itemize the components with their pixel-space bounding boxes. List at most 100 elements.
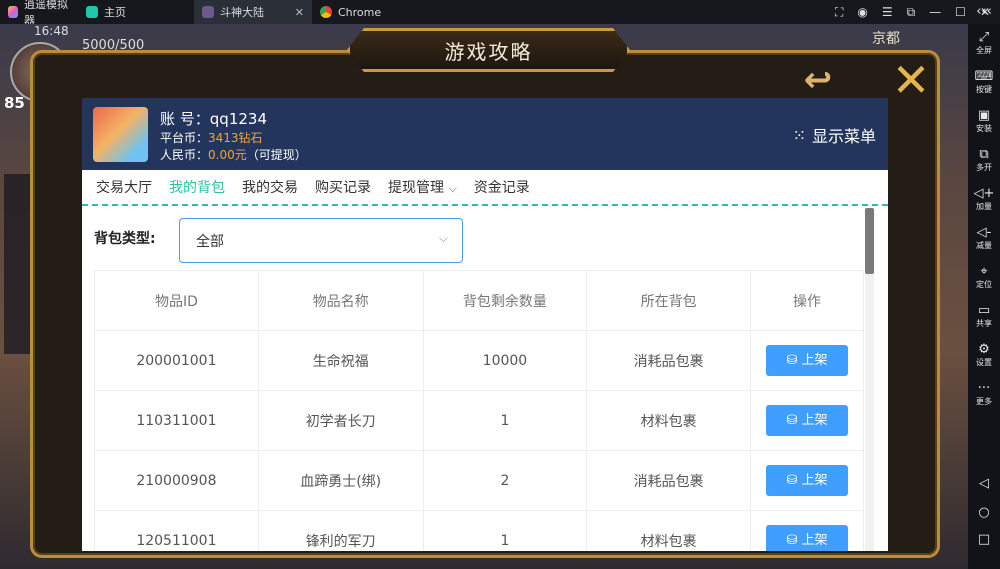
button-label: 上架 xyxy=(801,473,828,488)
cell-action: ⛁ 上架 xyxy=(750,450,864,511)
sidebar-item-more[interactable]: ··· 更多 xyxy=(968,381,1000,407)
table-row: 200001001 生命祝福 10000 消耗品包裹 ⛁ 上架 xyxy=(94,330,864,391)
sidebar-label: 更多 xyxy=(976,397,992,406)
keyboard-icon: ⌨ xyxy=(974,69,994,84)
multi-instance-icon: ⧉ xyxy=(979,147,989,162)
restore-icon[interactable]: ⧉ xyxy=(907,5,916,20)
sidebar-label: 多开 xyxy=(976,163,992,172)
list-for-sale-button[interactable]: ⛁ 上架 xyxy=(766,405,848,436)
window-controls: ⛶ ◉ ☰ ⧉ — ☐ ✕ xyxy=(835,0,990,24)
sidebar-label: 按键 xyxy=(976,85,992,94)
rmb-label: 人民币： xyxy=(160,148,209,162)
tab-game[interactable]: 斗神大陆 ✕ xyxy=(194,0,312,24)
cell-name: 生命祝福 xyxy=(257,330,424,391)
home-icon xyxy=(86,6,98,18)
cell-bag: 材料包裹 xyxy=(586,510,752,551)
sidebar-label: 全屏 xyxy=(976,46,992,55)
tab-emulator[interactable]: 逍遥模拟器 xyxy=(0,0,78,27)
scrollbar[interactable] xyxy=(865,208,874,551)
sidebar-item-volume-down[interactable]: ◁- 减量 xyxy=(968,225,1000,251)
cell-id: 120511001 xyxy=(94,510,259,551)
table-row: 110311001 初学者长刀 1 材料包裹 ⛁ 上架 xyxy=(94,390,864,451)
close-icon[interactable]: ✕ xyxy=(886,57,936,104)
maximize-icon[interactable]: ☐ xyxy=(955,5,966,19)
tab-label: 斗神大陆 xyxy=(220,6,264,19)
cell-bag: 材料包裹 xyxy=(586,390,752,451)
tab-funds-records[interactable]: 资金记录 xyxy=(460,177,530,197)
sidebar-item-install[interactable]: ▣ 安装 xyxy=(968,108,1000,134)
sidebar-item-volume-up[interactable]: ◁+ 加量 xyxy=(968,186,1000,212)
screenshot-icon[interactable]: ⛶ xyxy=(835,5,843,20)
sidebar-item-multi[interactable]: ⧉ 多开 xyxy=(968,147,1000,173)
database-icon: ⛁ xyxy=(786,413,798,428)
sidebar-item-keyboard[interactable]: ⌨ 按键 xyxy=(968,69,1000,95)
list-for-sale-button[interactable]: ⛁ 上架 xyxy=(766,345,848,376)
hud-time: 16:48 xyxy=(34,24,69,38)
tab-home[interactable]: 主页 xyxy=(78,0,194,24)
recent-nav-icon[interactable]: □ xyxy=(968,532,1000,547)
show-menu-label: 显示菜单 xyxy=(811,127,876,146)
backpack-type-select[interactable]: 全部 ⌵ xyxy=(179,218,463,263)
list-for-sale-button[interactable]: ⛁ 上架 xyxy=(766,525,848,551)
player-level: 85 xyxy=(4,94,25,112)
home-nav-icon[interactable]: ○ xyxy=(968,505,1000,520)
col-header-qty: 背包剩余数量 xyxy=(422,270,588,331)
tab-chrome[interactable]: Chrome xyxy=(312,0,428,24)
back-icon[interactable]: ↩ xyxy=(790,62,846,98)
sidebar-item-share[interactable]: ▭ 共享 xyxy=(968,303,1000,329)
tab-label: 提现管理 xyxy=(388,180,444,196)
tab-trade-hall[interactable]: 交易大厅 xyxy=(82,177,152,197)
sidebar-label: 共享 xyxy=(976,319,992,328)
rmb-line: 人民币：0.00元（可提现） xyxy=(160,146,307,163)
menu-icon[interactable]: ☰ xyxy=(882,5,893,19)
rmb-note: （可提现） xyxy=(246,148,307,162)
cell-id: 210000908 xyxy=(94,450,259,511)
sidebar-item-fullscreen[interactable]: ⤢ 全屏 xyxy=(968,30,1000,56)
cell-action: ⛁ 上架 xyxy=(750,390,864,451)
cell-qty: 2 xyxy=(422,450,588,511)
collapse-icon[interactable]: ‹‹‹ xyxy=(968,4,1000,19)
button-label: 上架 xyxy=(801,413,828,428)
tab-label: Chrome xyxy=(338,5,382,19)
city-label: 京都 xyxy=(872,31,900,47)
table-row: 120511001 锋利的军刀 1 材料包裹 ⛁ 上架 xyxy=(94,510,864,551)
database-icon: ⛁ xyxy=(786,473,798,488)
platform-label: 平台币： xyxy=(160,131,209,145)
sidebar-label: 减量 xyxy=(976,241,992,250)
folder-icon: ▭ xyxy=(977,303,991,318)
cell-qty: 10000 xyxy=(422,330,588,391)
cell-id: 110311001 xyxy=(94,390,259,451)
sidebar-item-location[interactable]: ⌖ 定位 xyxy=(968,264,1000,290)
close-tab-icon[interactable]: ✕ xyxy=(295,6,304,19)
nav-tabs: 交易大厅 我的背包 我的交易 购买记录 提现管理 ⌵ 资金记录 xyxy=(82,170,888,206)
table-header-row: 物品ID 物品名称 背包剩余数量 所在背包 操作 xyxy=(94,270,864,331)
volume-up-icon: ◁+ xyxy=(973,186,995,201)
cell-action: ⛁ 上架 xyxy=(750,510,864,551)
cell-action: ⛁ 上架 xyxy=(750,330,864,391)
sidebar-label: 设置 xyxy=(976,358,992,367)
scrollbar-thumb[interactable] xyxy=(865,208,874,274)
show-menu-button[interactable]: ⁙ 显示菜单 xyxy=(793,123,876,147)
sidebar-item-settings[interactable]: ⚙ 设置 xyxy=(968,342,1000,368)
back-nav-icon[interactable]: ◁ xyxy=(968,476,1000,491)
backpack-type-label: 背包类型: xyxy=(94,231,156,247)
user-icon[interactable]: ◉ xyxy=(857,5,867,19)
tab-withdraw-management[interactable]: 提现管理 ⌵ xyxy=(374,177,457,197)
cell-qty: 1 xyxy=(422,510,588,551)
web-panel: 账 号：qq1234 平台币：3413钻石 人民币：0.00元（可提现） ⁙ 显… xyxy=(82,98,888,551)
tab-purchase-records[interactable]: 购买记录 xyxy=(301,177,371,197)
list-for-sale-button[interactable]: ⛁ 上架 xyxy=(766,465,848,496)
chrome-icon xyxy=(320,6,332,18)
tab-my-backpack[interactable]: 我的背包 xyxy=(155,177,225,197)
backpack-table: 物品ID 物品名称 背包剩余数量 所在背包 操作 200001001 生命祝福 … xyxy=(94,270,864,551)
location-icon: ⌖ xyxy=(980,264,988,279)
tab-my-trades[interactable]: 我的交易 xyxy=(228,177,298,197)
sidebar-label: 安装 xyxy=(976,124,992,133)
account-label: 账 号： xyxy=(160,110,210,128)
minimize-icon[interactable]: — xyxy=(929,5,941,19)
cell-name: 血蹄勇士(绑) xyxy=(257,450,424,511)
rmb-value: 0.00元 xyxy=(208,148,247,162)
cell-name: 初学者长刀 xyxy=(257,390,424,451)
cell-qty: 1 xyxy=(422,390,588,451)
emulator-logo-icon xyxy=(8,6,19,18)
